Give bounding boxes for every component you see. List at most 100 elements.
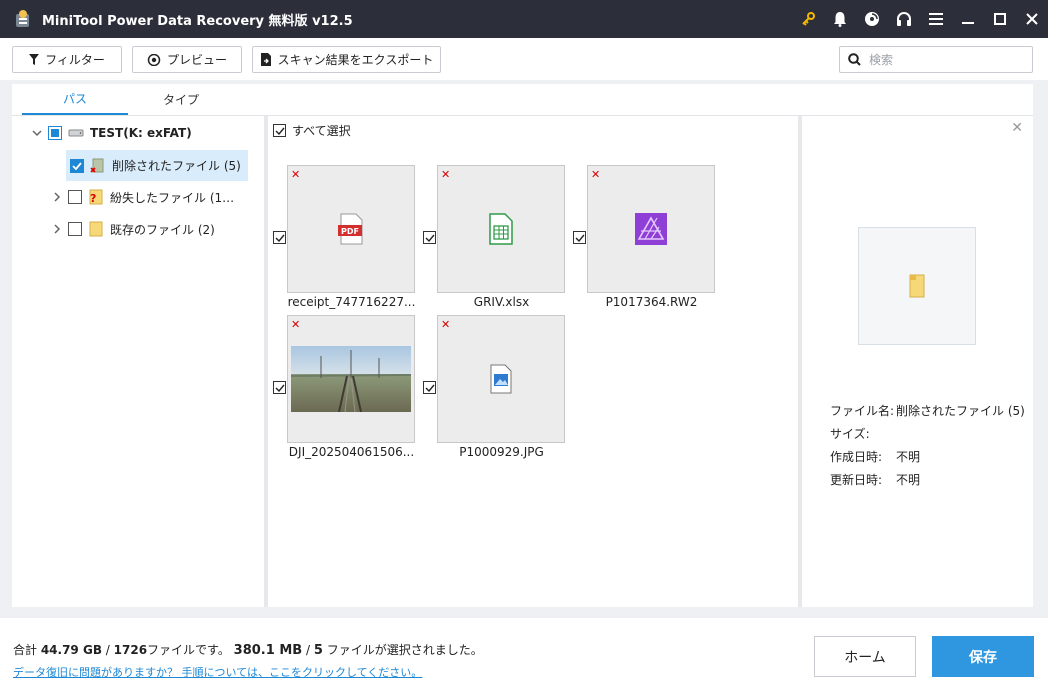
file-checkbox[interactable] (423, 381, 436, 394)
filter-button[interactable]: フィルター (12, 46, 122, 73)
search-box[interactable] (839, 46, 1033, 73)
info-value: 削除されたファイル (5) (896, 404, 1025, 418)
file-checkbox[interactable] (573, 231, 586, 244)
tree-item-deleted-files[interactable]: 削除されたファイル (5) (66, 150, 248, 181)
file-item[interactable]: ✕ PDF receipt_747716227... (268, 165, 418, 315)
deleted-mark-icon: ✕ (441, 168, 451, 181)
maximize-icon[interactable] (984, 0, 1016, 38)
filter-icon (29, 54, 40, 65)
file-item[interactable]: ✕ P1000929.JPG (418, 315, 568, 465)
summary-text: ファイルです。 (147, 643, 234, 657)
search-input[interactable] (869, 52, 1019, 67)
export-label: スキャン結果をエクスポート (277, 53, 434, 67)
menu-icon[interactable] (920, 0, 952, 38)
excel-icon (489, 213, 513, 245)
preview-label: プレビュー (166, 53, 227, 67)
file-item[interactable]: ✕ GRIV.xlsx (418, 165, 568, 315)
tree-root[interactable]: TEST(K: exFAT) (30, 118, 192, 148)
deleted-folder-icon (90, 158, 106, 174)
deleted-mark-icon: ✕ (291, 168, 301, 181)
file-name: receipt_747716227... (287, 295, 416, 309)
app-logo-icon (16, 10, 29, 27)
file-grid: すべて選択 ✕ PDF receipt_747716227... ✕ GRIV.… (268, 116, 798, 607)
file-thumbnail[interactable]: ✕ (587, 165, 715, 293)
tree-item-label: 紛失したファイル (17... (110, 190, 240, 205)
tree-root-label: TEST(K: exFAT) (90, 126, 192, 140)
raw-image-icon (635, 213, 667, 245)
disc-icon[interactable] (856, 0, 888, 38)
pdf-icon: PDF (338, 213, 363, 245)
footer: 合計 44.79 GB / 1726ファイルです。 380.1 MB / 5 フ… (0, 618, 1048, 695)
deleted-mark-icon: ✕ (591, 168, 601, 181)
file-item[interactable]: ✕ P1017364.RW2 (568, 165, 718, 315)
export-button[interactable]: スキャン結果をエクスポート (252, 46, 441, 73)
deleted-mark-icon: ✕ (441, 318, 451, 331)
minimize-icon[interactable] (952, 0, 984, 38)
info-row-modified: 更新日時: 不明 (830, 471, 920, 488)
lost-folder-icon: ? (88, 189, 104, 205)
eye-icon (147, 53, 161, 66)
existing-files-checkbox[interactable] (68, 222, 82, 236)
close-preview-icon[interactable]: ✕ (1011, 120, 1023, 136)
file-thumbnail[interactable]: ✕ (287, 315, 415, 443)
app-title: MiniTool Power Data Recovery 無料版 v12.5 (42, 13, 353, 29)
summary-text: 合計 (13, 643, 41, 657)
toolbar: フィルター プレビュー スキャン結果をエクスポート (0, 38, 1048, 80)
file-name: GRIV.xlsx (473, 295, 530, 309)
bell-icon[interactable] (824, 0, 856, 38)
total-size: 44.79 GB (40, 643, 102, 657)
photo-thumbnail (291, 346, 411, 412)
file-name: P1017364.RW2 (605, 295, 698, 309)
preview-thumbnail (858, 227, 976, 345)
lost-files-checkbox[interactable] (68, 190, 82, 204)
file-checkbox[interactable] (273, 381, 286, 394)
info-key: 更新日時: (830, 473, 883, 487)
chevron-down-icon[interactable] (30, 126, 44, 140)
info-value: 不明 (896, 450, 921, 464)
title-bar: MiniTool Power Data Recovery 無料版 v12.5 (0, 0, 1048, 38)
file-thumbnail[interactable]: ✕ (437, 165, 565, 293)
info-row-filename: ファイル名: 削除されたファイル (5) (830, 402, 1025, 419)
file-name: P1000929.JPG (459, 445, 544, 459)
tree-item-existing-files[interactable]: 既存のファイル (2) (50, 214, 250, 244)
tree-item-lost-files[interactable]: ? 紛失したファイル (17... (50, 182, 250, 212)
help-link[interactable]: データ復旧に問題がありますか？ 手順については、ここをクリックしてください。 (13, 664, 422, 680)
tab-path[interactable]: パス (22, 84, 128, 115)
total-files: 1726 (113, 643, 148, 657)
select-all-label: すべて選択 (292, 124, 351, 138)
file-checkbox[interactable] (423, 231, 436, 244)
chevron-right-icon[interactable] (50, 222, 64, 236)
export-icon (260, 53, 271, 66)
folder-icon (88, 221, 104, 237)
info-key: サイズ: (830, 427, 870, 441)
tree-item-label: 削除されたファイル (5) (112, 159, 241, 173)
close-icon[interactable] (1016, 0, 1048, 38)
deleted-files-checkbox[interactable] (70, 158, 84, 173)
home-button[interactable]: ホーム (814, 636, 916, 677)
summary-text: / (101, 643, 114, 657)
summary-text: / (302, 643, 314, 657)
tab-type[interactable]: タイプ (128, 84, 234, 115)
search-icon (848, 53, 861, 66)
preview-panel: ✕ ファイル名: 削除されたファイル (5) サイズ: 作成日時: 不明 更新日… (802, 116, 1033, 607)
main-panel: パス タイプ TEST(K: exFAT) 削除されたファイル (5) ? 紛失… (12, 84, 1033, 607)
file-item[interactable]: ✕ DJI_202504061506... (268, 315, 418, 465)
selection-summary: 合計 44.79 GB / 1726ファイルです。 380.1 MB / 5 フ… (13, 641, 483, 658)
headset-icon[interactable] (888, 0, 920, 38)
file-thumbnail[interactable]: ✕ PDF (287, 165, 415, 293)
selected-count: 5 (313, 643, 323, 658)
save-button[interactable]: 保存 (932, 636, 1034, 677)
image-file-icon (490, 364, 512, 394)
file-checkbox[interactable] (273, 231, 286, 244)
key-icon[interactable] (792, 0, 824, 38)
select-all-checkbox[interactable] (273, 124, 286, 137)
summary-text: ファイルが選択されました。 (322, 643, 483, 657)
drive-icon (68, 125, 84, 141)
file-thumbnail[interactable]: ✕ (437, 315, 565, 443)
preview-button[interactable]: プレビュー (132, 46, 242, 73)
select-all[interactable]: すべて選択 (273, 122, 351, 139)
svg-text:PDF: PDF (341, 227, 359, 236)
folder-tree: TEST(K: exFAT) 削除されたファイル (5) ? 紛失したファイル … (12, 116, 264, 607)
root-checkbox[interactable] (48, 126, 62, 140)
chevron-right-icon[interactable] (50, 190, 64, 204)
